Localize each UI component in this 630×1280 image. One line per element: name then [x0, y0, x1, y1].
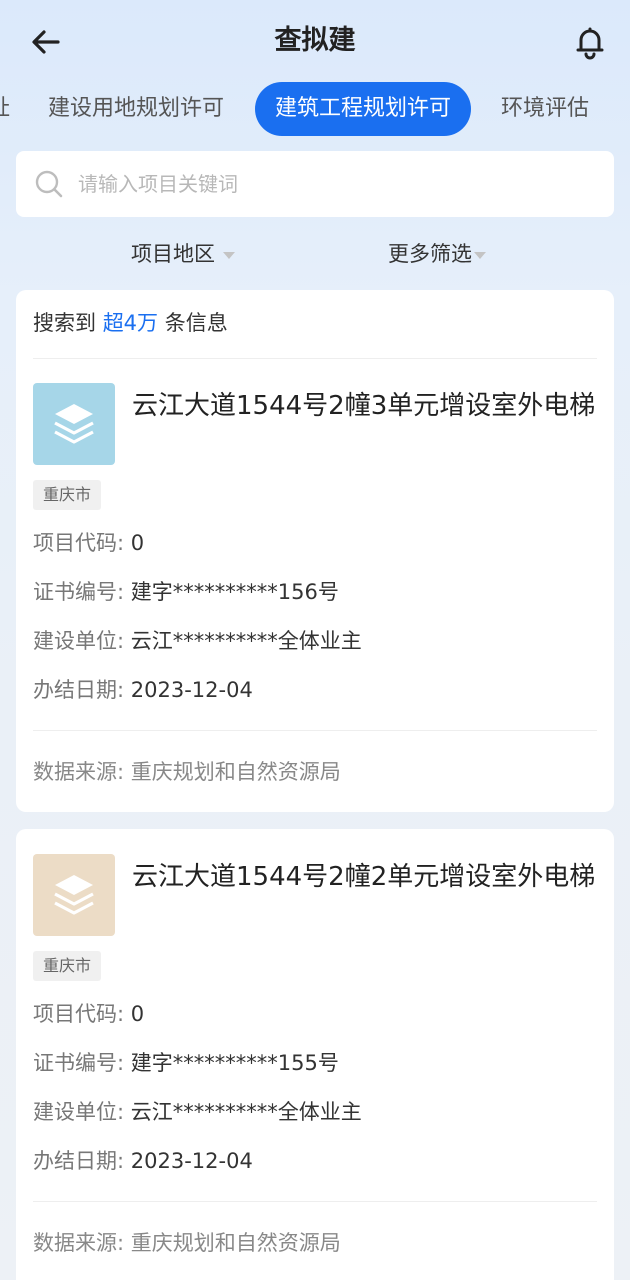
divider	[33, 1201, 597, 1202]
tab-building-permit[interactable]: 建筑工程规划许可	[255, 82, 472, 136]
certificate-number: 证书编号: 建字**********155号	[33, 1048, 339, 1078]
project-code-label: 项目代码:	[33, 531, 125, 555]
completion-date: 办结日期: 2023-12-04	[33, 1146, 253, 1176]
project-code-value: 0	[130, 1002, 145, 1026]
item-thumbnail	[33, 854, 115, 936]
project-code: 项目代码: 0	[33, 528, 144, 558]
item-title[interactable]: 云江大道1544号2幢2单元增设室外电梯	[132, 857, 602, 897]
tab-land-use-permit[interactable]: 建设用地规划许可	[48, 82, 224, 136]
completion-date-value: 2023-12-04	[130, 678, 253, 702]
filter-region[interactable]: 项目地区	[131, 232, 235, 276]
data-source-value: 重庆规划和自然资源局	[130, 1231, 341, 1255]
project-code-value: 0	[130, 531, 145, 555]
region-tag: 重庆市	[33, 951, 102, 981]
tab-address[interactable]: 址	[0, 82, 10, 136]
category-tabs: 址 建设用地规划许可 建筑工程规划许可 环境评估	[0, 82, 630, 136]
filter-more-label: 更多筛选	[388, 242, 472, 266]
item-title[interactable]: 云江大道1544号2幢3单元增设室外电梯	[132, 386, 602, 426]
result-count-suffix: 条信息	[164, 311, 228, 335]
search-input[interactable]	[78, 151, 598, 217]
list-item[interactable]: 云江大道1544号2幢2单元增设室外电梯 重庆市 项目代码: 0 证书编号: 建…	[16, 829, 614, 1280]
layers-icon	[54, 875, 94, 915]
divider	[33, 730, 597, 731]
filter-region-label: 项目地区	[131, 242, 215, 266]
completion-date-label: 办结日期:	[33, 1149, 125, 1173]
certificate-number-label: 证书编号:	[33, 1051, 125, 1075]
layers-icon	[54, 404, 94, 444]
item-thumbnail	[33, 383, 115, 465]
certificate-number-value: 建字**********155号	[130, 1051, 339, 1075]
tab-environment-assessment[interactable]: 环境评估	[501, 82, 589, 136]
result-count-prefix: 搜索到	[33, 311, 96, 335]
completion-date-label: 办结日期:	[33, 678, 125, 702]
project-code-label: 项目代码:	[33, 1002, 125, 1026]
completion-date-value: 2023-12-04	[130, 1149, 253, 1173]
certificate-number-label: 证书编号:	[33, 580, 125, 604]
construction-unit: 建设单位: 云江**********全体业主	[33, 1097, 362, 1127]
result-count: 搜索到 超4万 条信息	[33, 308, 228, 338]
construction-unit-label: 建设单位:	[33, 629, 125, 653]
data-source-label: 数据来源:	[33, 1231, 125, 1255]
project-code: 项目代码: 0	[33, 999, 144, 1029]
data-source: 数据来源: 重庆规划和自然资源局	[33, 1228, 341, 1258]
filter-more[interactable]: 更多筛选	[388, 232, 486, 276]
header-bar: 查拟建	[0, 0, 630, 82]
chevron-down-icon	[474, 251, 486, 259]
bell-icon[interactable]	[570, 22, 610, 62]
construction-unit: 建设单位: 云江**********全体业主	[33, 626, 362, 656]
data-source: 数据来源: 重庆规划和自然资源局	[33, 757, 341, 787]
search-box	[16, 151, 614, 217]
region-tag: 重庆市	[33, 480, 102, 510]
certificate-number-value: 建字**********156号	[130, 580, 339, 604]
divider	[33, 358, 597, 359]
result-count-number: 超4万	[102, 311, 159, 335]
page-title: 查拟建	[274, 25, 356, 56]
search-icon	[35, 170, 63, 198]
construction-unit-value: 云江**********全体业主	[130, 629, 362, 653]
chevron-down-icon	[223, 251, 235, 259]
construction-unit-value: 云江**********全体业主	[130, 1100, 362, 1124]
filter-bar: 项目地区 更多筛选	[0, 232, 630, 276]
data-source-value: 重庆规划和自然资源局	[130, 760, 341, 784]
data-source-label: 数据来源:	[33, 760, 125, 784]
results-card: 搜索到 超4万 条信息 云江大道1544号2幢3单元增设室外电梯 重庆市 项目代…	[16, 290, 614, 812]
construction-unit-label: 建设单位:	[33, 1100, 125, 1124]
certificate-number: 证书编号: 建字**********156号	[33, 577, 339, 607]
completion-date: 办结日期: 2023-12-04	[33, 675, 253, 705]
